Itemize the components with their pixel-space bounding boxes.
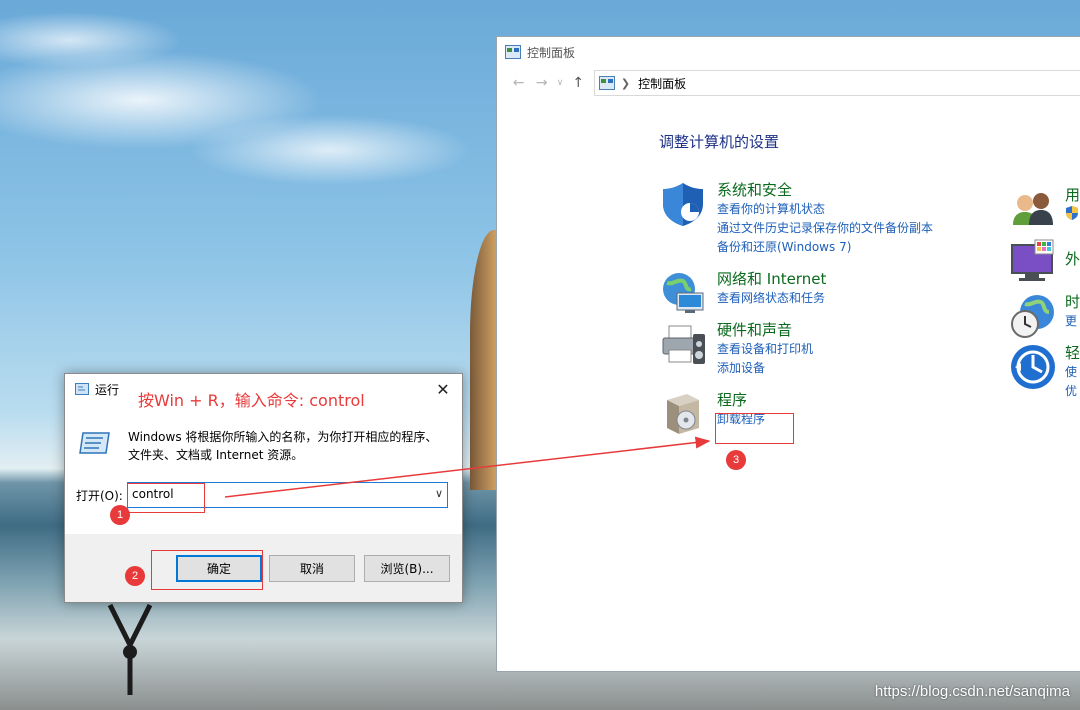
step-badge-1: 1 (110, 505, 130, 525)
step-badge-3: 3 (726, 450, 746, 470)
step-badge-2: 2 (125, 566, 145, 586)
annotation-arrow (224, 436, 711, 498)
